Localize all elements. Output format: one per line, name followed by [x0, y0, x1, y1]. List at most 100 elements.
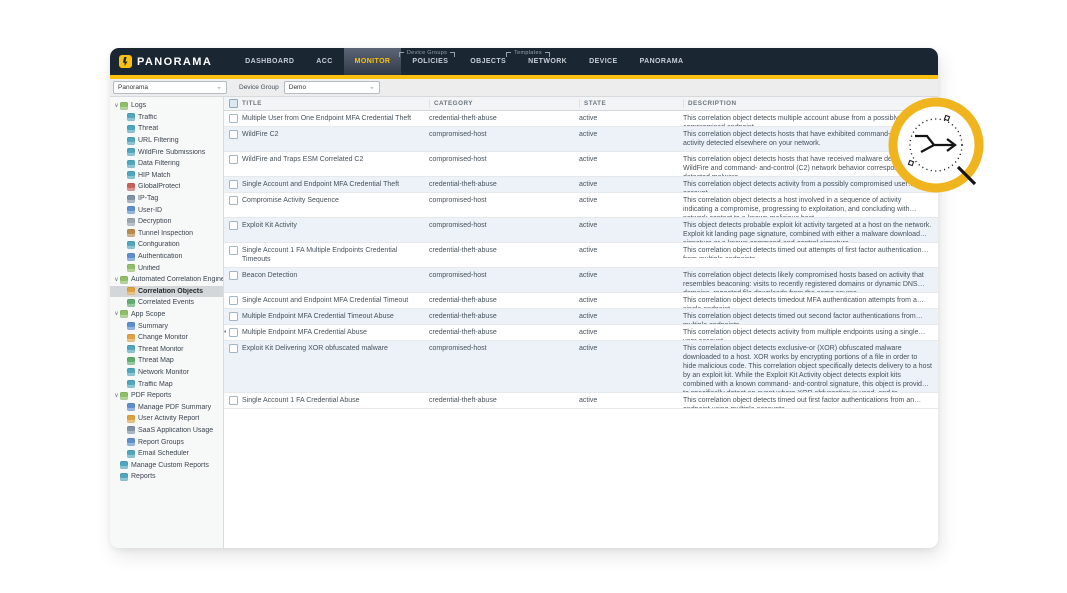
- row-title: WildFire and Traps ESM Correlated C2: [242, 152, 429, 167]
- sidebar-item-change-monitor[interactable]: Change Monitor: [110, 332, 223, 344]
- sidebar-item-saas-application-usage[interactable]: SaaS Application Usage: [110, 425, 223, 437]
- row-checkbox[interactable]: [229, 328, 238, 337]
- traffic-map-icon: [127, 380, 135, 388]
- row-description: This correlation object detects activity…: [683, 325, 938, 340]
- context-select[interactable]: Panorama⌄: [113, 81, 227, 94]
- row-checkbox[interactable]: [229, 196, 238, 205]
- sidebar-item-wildfire-submissions[interactable]: WildFire Submissions: [110, 146, 223, 158]
- row-title: Exploit Kit Delivering XOR obfuscated ma…: [242, 341, 429, 356]
- nav-tab-device[interactable]: DEVICE: [578, 48, 628, 75]
- row-state: active: [579, 218, 683, 233]
- nav-tab-acc[interactable]: ACC: [305, 48, 343, 75]
- row-title: Multiple Endpoint MFA Credential Timeout…: [242, 309, 429, 324]
- sidebar-item-authentication[interactable]: Authentication: [110, 251, 223, 263]
- select-all-checkbox[interactable]: [229, 99, 238, 108]
- sidebar-item-summary[interactable]: Summary: [110, 320, 223, 332]
- chevron-expanded-icon[interactable]: ∨: [113, 103, 120, 109]
- row-checkbox[interactable]: [229, 221, 238, 230]
- sidebar-item-traffic-map[interactable]: Traffic Map: [110, 378, 223, 390]
- table-row[interactable]: Exploit Kit Delivering XOR obfuscated ma…: [224, 341, 938, 393]
- row-checkbox[interactable]: [229, 344, 238, 353]
- row-checkbox[interactable]: [229, 312, 238, 321]
- sidebar-item-user-activity-report[interactable]: User Activity Report: [110, 413, 223, 425]
- sidebar-item-label: Summary: [138, 323, 168, 330]
- nav-tab-dashboard[interactable]: DASHBOARD: [234, 48, 305, 75]
- table-row[interactable]: WildFire C2compromised-hostactiveThis co…: [224, 127, 938, 152]
- table-row[interactable]: WildFire and Traps ESM Correlated C2comp…: [224, 152, 938, 177]
- table-row[interactable]: Exploit Kit Activitycompromised-hostacti…: [224, 218, 938, 243]
- sidebar-item-report-groups[interactable]: Report Groups: [110, 436, 223, 448]
- sidebar-item-app-scope[interactable]: ∨App Scope: [110, 309, 223, 321]
- sidebar-item-ip-tag[interactable]: IP-Tag: [110, 193, 223, 205]
- row-checkbox-cell: [224, 127, 242, 142]
- column-header-title[interactable]: TITLE: [242, 99, 429, 108]
- table-row[interactable]: Multiple Endpoint MFA Credential Timeout…: [224, 309, 938, 325]
- sidebar-item-label: HIP Match: [138, 172, 171, 179]
- table-row[interactable]: Single Account and Endpoint MFA Credenti…: [224, 293, 938, 309]
- sidebar-item-label: Traffic: [138, 114, 157, 121]
- panorama-logo: PANORAMA: [110, 55, 220, 68]
- sidebar-item-email-scheduler[interactable]: Email Scheduler: [110, 448, 223, 460]
- table-row[interactable]: Beacon Detectioncompromised-hostactiveTh…: [224, 268, 938, 293]
- table-row[interactable]: Single Account 1 FA Multiple Endpoints C…: [224, 243, 938, 268]
- sidebar-item-manage-pdf-summary[interactable]: Manage PDF Summary: [110, 401, 223, 413]
- row-checkbox[interactable]: [229, 296, 238, 305]
- row-checkbox[interactable]: [229, 246, 238, 255]
- sidebar-item-network-monitor[interactable]: Network Monitor: [110, 367, 223, 379]
- table-row[interactable]: Multiple User from One Endpoint MFA Cred…: [224, 111, 938, 127]
- sidebar-item-logs[interactable]: ∨Logs: [110, 100, 223, 112]
- sidebar-item-reports[interactable]: Reports: [110, 471, 223, 483]
- nav-tab-panorama[interactable]: PANORAMA: [629, 48, 695, 75]
- sidebar-item-label: Network Monitor: [138, 369, 189, 376]
- row-checkbox[interactable]: [229, 114, 238, 123]
- chevron-expanded-icon[interactable]: ∨: [113, 277, 120, 283]
- table-row[interactable]: Compromise Activity Sequencecompromised-…: [224, 193, 938, 218]
- row-state: active: [579, 111, 683, 126]
- column-header-state[interactable]: STATE: [579, 99, 683, 108]
- splitter-collapse-icon[interactable]: ◂: [224, 329, 226, 335]
- chevron-expanded-icon[interactable]: ∨: [113, 311, 120, 317]
- row-checkbox[interactable]: [229, 271, 238, 280]
- row-state: active: [579, 127, 683, 142]
- row-checkbox-cell: [224, 243, 242, 258]
- correlated-events-icon: [127, 299, 135, 307]
- column-header-category[interactable]: CATEGORY: [429, 99, 579, 108]
- unified-icon: [127, 264, 135, 272]
- row-title: Single Account and Endpoint MFA Credenti…: [242, 293, 429, 308]
- threat-map-icon: [127, 357, 135, 365]
- sidebar-item-manage-custom-reports[interactable]: Manage Custom Reports: [110, 459, 223, 471]
- row-checkbox[interactable]: [229, 130, 238, 139]
- sidebar-item-automated-correlation-engine[interactable]: ∨Automated Correlation Engine: [110, 274, 223, 286]
- sidebar-item-threat[interactable]: Threat: [110, 123, 223, 135]
- row-checkbox[interactable]: [229, 396, 238, 405]
- sidebar-item-tunnel-inspection[interactable]: Tunnel Inspection: [110, 228, 223, 240]
- device-group-select[interactable]: Demo⌄: [284, 81, 380, 94]
- sidebar-item-pdf-reports[interactable]: ∨PDF Reports: [110, 390, 223, 402]
- sidebar-item-globalprotect[interactable]: GlobalProtect: [110, 181, 223, 193]
- sidebar-item-data-filtering[interactable]: Data Filtering: [110, 158, 223, 170]
- user-id-icon: [127, 206, 135, 214]
- chevron-expanded-icon[interactable]: ∨: [113, 393, 120, 399]
- table-row[interactable]: Multiple Endpoint MFA Credential Abusecr…: [224, 325, 938, 341]
- row-checkbox-cell: [224, 218, 242, 233]
- sidebar-item-hip-match[interactable]: HIP Match: [110, 170, 223, 182]
- sidebar-item-decryption[interactable]: Decryption: [110, 216, 223, 228]
- row-checkbox[interactable]: [229, 180, 238, 189]
- sidebar-item-user-id[interactable]: User-ID: [110, 204, 223, 216]
- row-checkbox[interactable]: [229, 155, 238, 164]
- row-state: active: [579, 177, 683, 192]
- sidebar-tree: ∨Logs Traffic ThreatURL FilteringWildFire …: [110, 97, 224, 548]
- sidebar-item-threat-map[interactable]: Threat Map: [110, 355, 223, 367]
- sidebar-item-traffic[interactable]: Traffic: [110, 112, 223, 124]
- manage-pdf-summary-icon: [127, 403, 135, 411]
- sidebar-item-threat-monitor[interactable]: Threat Monitor: [110, 343, 223, 355]
- table-row[interactable]: Single Account and Endpoint MFA Credenti…: [224, 177, 938, 193]
- sidebar-item-url-filtering[interactable]: URL Filtering: [110, 135, 223, 147]
- row-state: active: [579, 325, 683, 340]
- sidebar-item-correlated-events[interactable]: Correlated Events: [110, 297, 223, 309]
- row-checkbox-cell: [224, 111, 242, 126]
- sidebar-item-configuration[interactable]: Configuration: [110, 239, 223, 251]
- table-row[interactable]: Single Account 1 FA Credential Abusecred…: [224, 393, 938, 409]
- sidebar-item-correlation-objects[interactable]: Correlation Objects: [110, 286, 223, 298]
- sidebar-item-unified[interactable]: Unified: [110, 262, 223, 274]
